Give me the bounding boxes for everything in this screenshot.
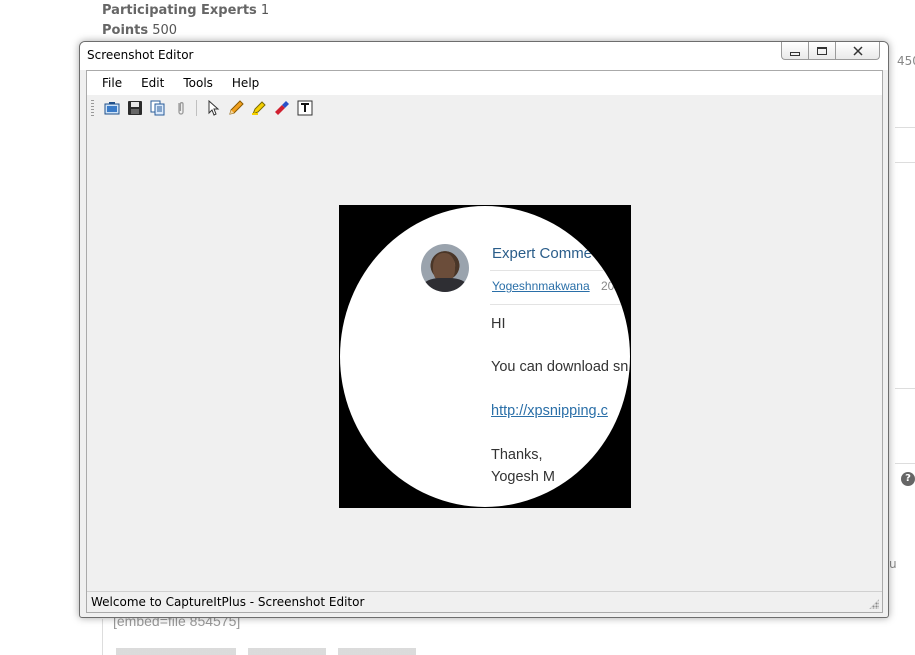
pencil-button[interactable]: [224, 98, 247, 118]
avatar: [421, 244, 469, 292]
avatar-body: [423, 278, 467, 292]
menu-tools[interactable]: Tools: [177, 76, 219, 90]
attach-icon: [177, 102, 184, 115]
bg-divider: [895, 463, 915, 464]
screenshot-canvas[interactable]: Expert Comme Yogeshnmakwana 20 HI You ca…: [339, 205, 631, 508]
close-button[interactable]: [835, 42, 880, 60]
bg-divider: [895, 127, 915, 128]
window-controls: [781, 42, 880, 60]
points-line: Points 500: [102, 23, 177, 38]
bg-fragment-number: 4500: [897, 54, 915, 68]
divider: [490, 270, 630, 271]
comment-line: You can download sn: [491, 359, 629, 375]
comment-line: Yogesh M: [491, 469, 555, 485]
toolbar-separator: [196, 100, 197, 116]
maximize-icon: [817, 46, 827, 55]
text-tool-button[interactable]: [293, 98, 316, 118]
toolbar-grip[interactable]: [91, 100, 94, 116]
resize-grip[interactable]: [869, 599, 879, 609]
screenshot-editor-window: Screenshot Editor File Edit Tools Help E…: [79, 41, 889, 618]
participating-value: 1: [260, 3, 270, 18]
save-icon: [127, 101, 142, 115]
highlighter-button[interactable]: [247, 98, 270, 118]
comment-link: http://xpsnipping.c: [491, 403, 608, 419]
circular-crop: Expert Comme Yogeshnmakwana 20 HI You ca…: [340, 206, 630, 507]
minimize-button[interactable]: [781, 42, 808, 60]
eraser-button[interactable]: [270, 98, 293, 118]
bg-blurred-text: [116, 648, 416, 655]
window-title: Screenshot Editor: [87, 48, 194, 62]
copy-icon: [150, 100, 164, 116]
bg-divider: [895, 162, 915, 163]
menu-file[interactable]: File: [96, 76, 128, 90]
help-icon[interactable]: ?: [901, 472, 915, 486]
editor-client-area: File Edit Tools Help Expert Comme Yogesh…: [86, 70, 883, 613]
text-tool-icon: [297, 100, 312, 116]
comment-username: Yogeshnmakwana: [492, 279, 590, 293]
pencil-icon: [228, 100, 244, 115]
close-icon: [852, 45, 863, 56]
capture-icon: [104, 102, 119, 115]
highlighter-icon: [251, 101, 266, 115]
bg-divider: [895, 388, 915, 389]
menu-edit[interactable]: Edit: [135, 76, 170, 90]
participating-label: Participating Experts: [102, 3, 257, 18]
status-text: Welcome to CaptureItPlus - Screenshot Ed…: [91, 595, 365, 609]
participating-experts-line: Participating Experts 1: [102, 3, 269, 18]
comment-line: HI: [491, 316, 506, 332]
menu-bar: File Edit Tools Help: [87, 71, 882, 95]
bg-fragment-text: u: [889, 557, 897, 571]
title-bar[interactable]: Screenshot Editor: [80, 42, 888, 70]
comment-heading: Expert Comme: [492, 245, 593, 262]
pointer-button[interactable]: [201, 98, 224, 118]
points-value: 500: [152, 23, 178, 38]
points-label: Points: [102, 23, 149, 38]
divider: [490, 304, 630, 305]
maximize-button[interactable]: [808, 42, 835, 60]
menu-help[interactable]: Help: [226, 76, 265, 90]
pointer-icon: [208, 100, 219, 116]
minimize-icon: [790, 51, 800, 56]
attach-button[interactable]: [169, 98, 192, 118]
save-button[interactable]: [123, 98, 146, 118]
status-bar: Welcome to CaptureItPlus - Screenshot Ed…: [87, 591, 882, 612]
capture-button[interactable]: [100, 98, 123, 118]
eraser-icon: [274, 101, 289, 115]
comment-line: Thanks,: [491, 447, 543, 463]
bg-vertical-line: [102, 619, 103, 655]
comment-date: 20: [601, 279, 615, 293]
copy-button[interactable]: [146, 98, 169, 118]
toolbar: [87, 95, 882, 121]
